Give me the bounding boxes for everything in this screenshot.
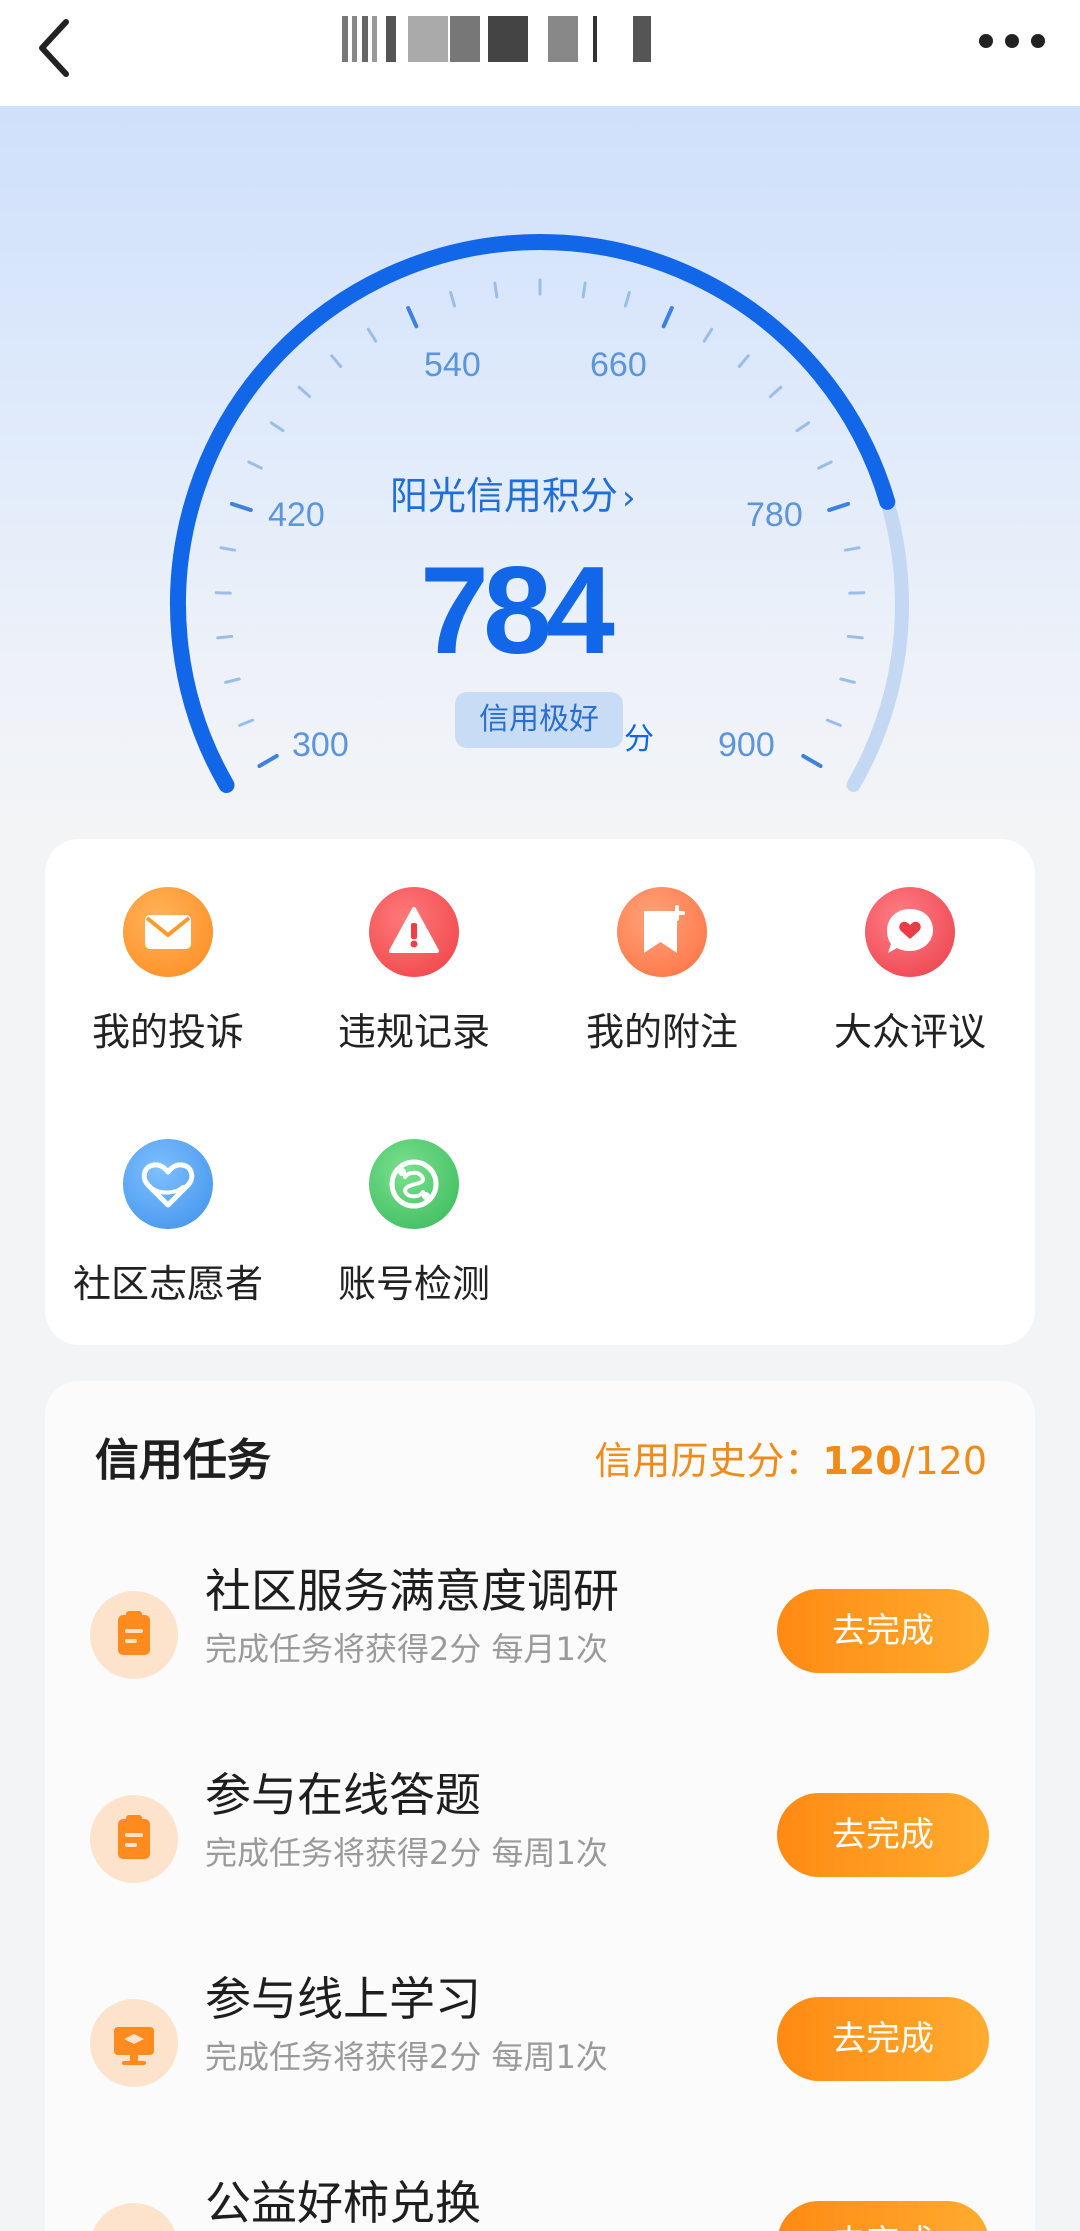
gauge-tick-label: 660 <box>590 346 647 384</box>
tasks-title: 信用任务 <box>95 1435 271 1486</box>
gauge-tick <box>827 501 851 513</box>
task-name: 参与在线答题 <box>205 1768 481 1822</box>
gauge-tick <box>257 754 279 768</box>
score-title: 阳光信用积分 <box>390 474 619 518</box>
more-dots-icon <box>979 34 1045 48</box>
gauge-tick <box>493 281 499 299</box>
gauge-tick <box>817 460 833 470</box>
gauge-tick <box>216 634 234 640</box>
top-nav-bar <box>0 0 1080 106</box>
gauge-tick <box>843 546 861 552</box>
gauge-tick <box>330 354 343 369</box>
chevron-left-icon <box>39 19 69 77</box>
back-button[interactable] <box>28 10 88 80</box>
gauge-tick <box>661 306 674 329</box>
score-title-link[interactable]: 阳光信用积分 › <box>390 466 690 526</box>
service-my-complaints[interactable]: 我的投诉 <box>45 887 291 1117</box>
clipboard-icon <box>90 1591 178 1679</box>
go-complete-button[interactable]: 去完成 <box>777 2201 989 2231</box>
go-complete-button[interactable]: 去完成 <box>777 1793 989 1877</box>
task-description: 完成任务将获得2分 每周1次 <box>205 1834 608 1872</box>
page-title-redacted <box>338 10 738 66</box>
mail-icon <box>123 887 213 977</box>
clipboard-icon <box>90 1795 178 1883</box>
go-complete-button[interactable]: 去完成 <box>777 1589 989 1673</box>
graduation-screen-icon <box>90 1999 178 2087</box>
task-name: 公益好柿兑换 <box>205 2176 481 2230</box>
gauge-tick <box>406 306 419 329</box>
service-my-notes[interactable]: 我的附注 <box>539 887 785 1117</box>
gauge-tick <box>801 754 823 768</box>
heart-outline-icon <box>123 1139 213 1229</box>
score-value: 784 <box>420 542 615 680</box>
service-label: 违规记录 <box>337 1010 490 1054</box>
gift-icon <box>90 2203 178 2231</box>
task-row: 参与线上学习 完成任务将获得2分 每周1次 去完成 <box>45 1969 1035 2119</box>
gauge-tick-label: 300 <box>292 726 349 764</box>
gauge-tick-label: 540 <box>424 346 481 384</box>
gauge-tick <box>846 634 864 640</box>
history-total: /120 <box>901 1439 987 1483</box>
gauge-tick-label: 780 <box>746 496 803 534</box>
services-card: 我的投诉 违规记录 我的附注 大众评议 社区志愿者 账号检测 <box>45 839 1035 1345</box>
history-label: 信用历史分： <box>594 1439 823 1483</box>
service-label: 社区志愿者 <box>72 1262 263 1306</box>
service-label: 我的投诉 <box>91 1010 244 1054</box>
score-unit: 分 <box>624 722 654 757</box>
gauge-tick <box>238 718 255 727</box>
more-options-button[interactable] <box>962 10 1062 80</box>
gauge-tick <box>229 501 253 513</box>
credit-history-score: 信用历史分：120/120 <box>594 1431 987 1491</box>
go-complete-button[interactable]: 去完成 <box>777 1997 989 2081</box>
gauge-tick <box>219 546 237 552</box>
task-row: 公益好柿兑换 去完成 <box>45 2173 1035 2231</box>
gauge-tick-label: 900 <box>718 726 775 764</box>
gauge-tick <box>247 460 263 470</box>
warning-icon <box>369 887 459 977</box>
bookmark-plus-icon <box>617 887 707 977</box>
gauge-tick <box>702 327 714 343</box>
task-name: 参与线上学习 <box>205 1972 481 2026</box>
service-public-review[interactable]: 大众评议 <box>787 887 1033 1117</box>
gauge-tick <box>825 718 842 727</box>
heart-chat-icon <box>865 887 955 977</box>
gauge-tick <box>581 281 587 299</box>
task-name: 社区服务满意度调研 <box>205 1564 619 1618</box>
service-label: 大众评议 <box>833 1010 986 1054</box>
score-level-badge: 信用极好 <box>455 692 623 748</box>
credit-tasks-card: 信用任务 信用历史分：120/120 社区服务满意度调研 完成任务将获得2分 每… <box>45 1381 1035 2231</box>
chevron-right-icon: › <box>622 478 636 518</box>
gauge-tick <box>224 677 241 684</box>
gauge-tick <box>449 291 457 308</box>
gauge-tick <box>366 327 378 343</box>
service-label: 我的附注 <box>585 1010 738 1054</box>
gauge-tick <box>297 385 312 399</box>
task-row: 参与在线答题 完成任务将获得2分 每周1次 去完成 <box>45 1765 1035 1915</box>
credit-score-hero: 300 420 540 660 780 900 阳光信用积分 › 784 分 信用… <box>0 106 1080 866</box>
gauge-tick <box>623 291 631 308</box>
service-account-check[interactable]: 账号检测 <box>291 1139 537 1369</box>
task-row: 社区服务满意度调研 完成任务将获得2分 每月1次 去完成 <box>45 1561 1035 1711</box>
task-description: 完成任务将获得2分 每周1次 <box>205 2038 608 2076</box>
service-community-volunteer[interactable]: 社区志愿者 <box>45 1139 291 1369</box>
gauge-tick-label: 420 <box>268 496 325 534</box>
service-violation-records[interactable]: 违规记录 <box>291 887 537 1117</box>
gauge-tick <box>768 385 783 399</box>
history-value: 120 <box>822 1439 902 1483</box>
service-label: 账号检测 <box>337 1262 490 1306</box>
scan-check-icon <box>369 1139 459 1229</box>
gauge-tick <box>737 354 750 369</box>
gauge-tick <box>269 421 285 433</box>
task-description: 完成任务将获得2分 每月1次 <box>205 1630 608 1668</box>
gauge-tick <box>839 677 856 684</box>
gauge-tick <box>795 421 811 433</box>
